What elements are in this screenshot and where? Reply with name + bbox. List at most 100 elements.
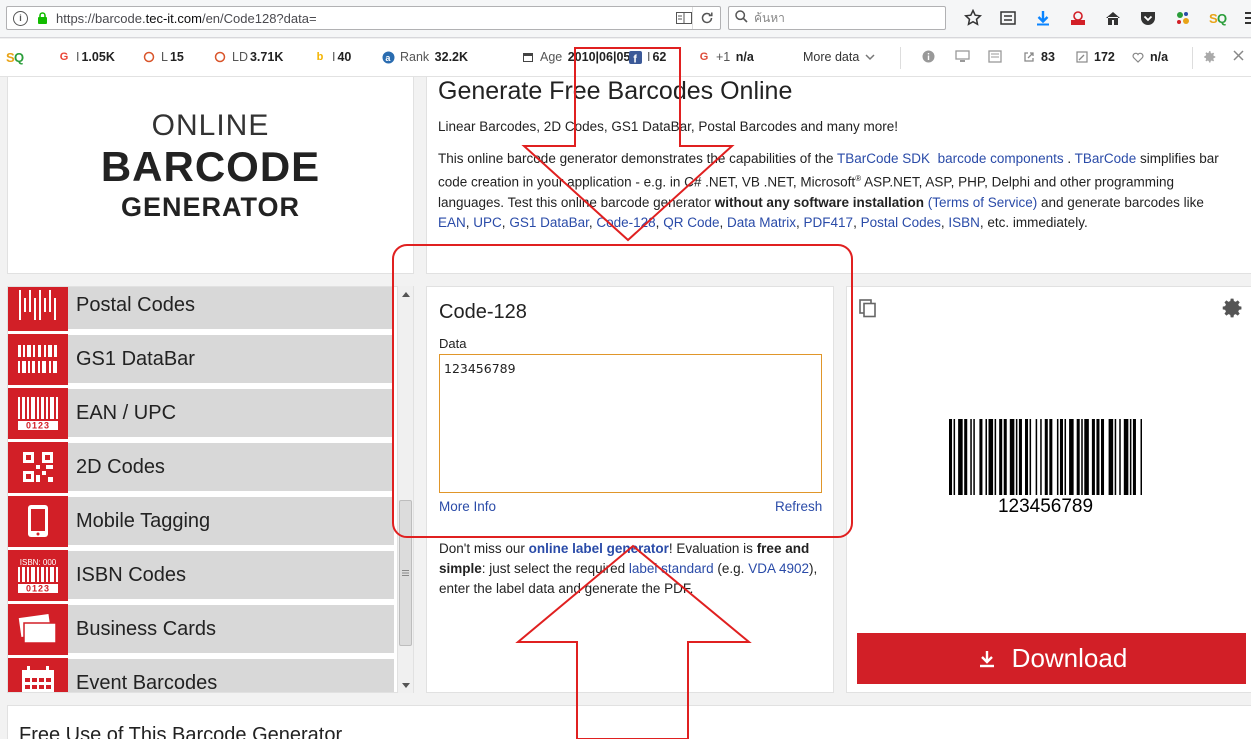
qr-code-icon	[8, 441, 68, 493]
business-cards-icon	[8, 603, 68, 655]
page-icon[interactable]	[988, 50, 1002, 63]
settings-gear-small-icon[interactable]	[1203, 50, 1217, 64]
intro-section: Generate Free Barcodes Online Linear Bar…	[426, 77, 1251, 274]
sidebar-item-label: EAN / UPC	[76, 401, 177, 424]
sidebar-item-business-cards[interactable]: Business Cards	[8, 603, 394, 656]
page-title: Generate Free Barcodes Online	[438, 77, 793, 105]
scroll-down-arrow-icon[interactable]	[398, 677, 414, 693]
more-info-link[interactable]: More Info	[439, 499, 496, 514]
barcode-bar	[1091, 419, 1095, 495]
link-qr-code[interactable]: QR Code	[663, 215, 719, 230]
label-standard-link[interactable]: label standard	[629, 561, 714, 576]
link-gs1-databar[interactable]: GS1 DataBar	[509, 215, 589, 230]
seo-edit-count[interactable]: 172	[1075, 50, 1115, 64]
link-postal-codes[interactable]: Postal Codes	[861, 215, 941, 230]
vda-4902-link[interactable]: VDA 4902	[748, 561, 809, 576]
monitor-icon[interactable]	[955, 50, 970, 63]
barcode-bar	[1015, 419, 1018, 495]
link-code-128[interactable]: Code-128	[596, 215, 655, 230]
scroll-thumb[interactable]	[399, 500, 412, 646]
address-bar[interactable]: i https://barcode.tec-it.com/en/Code128?…	[6, 6, 721, 30]
barcode-bar	[1123, 419, 1129, 495]
sidebar-item-gs1-databar[interactable]: GS1 DataBar	[8, 333, 394, 386]
home-icon[interactable]	[1095, 5, 1130, 31]
star-bookmark-icon[interactable]	[955, 5, 990, 31]
close-icon[interactable]	[1233, 50, 1244, 61]
online-label-generator-link[interactable]: online label generator	[529, 541, 669, 556]
link-pdf417[interactable]: PDF417	[804, 215, 854, 230]
seo-links[interactable]: L 15	[142, 50, 184, 64]
link-isbn[interactable]: ISBN	[948, 215, 980, 230]
barcode-bar	[964, 419, 968, 495]
barcode-bar	[1056, 419, 1059, 495]
sidebar-item-isbn-codes[interactable]: ISBN: 000 0123 ISBN Codes	[8, 549, 394, 602]
seo-external-links[interactable]: 83	[1022, 50, 1055, 64]
link-tbarcode-sdk[interactable]: TBarCode SDK	[837, 151, 930, 166]
scroll-up-arrow-icon[interactable]	[398, 286, 414, 302]
intro-paragraph: This online barcode generator demonstrat…	[438, 151, 1219, 230]
reload-button[interactable]	[692, 7, 720, 29]
sidebar-item-postal-codes[interactable]: Postal Codes	[8, 287, 394, 332]
barcode-bar	[1064, 419, 1067, 495]
barcode-input-panel: Code-128 Data 123456789 More Info Refres…	[426, 286, 834, 693]
seo-bing-index[interactable]: b I 40	[313, 50, 352, 64]
seoquake-logo-icon[interactable]: SQ	[6, 48, 26, 66]
barcode-preview-panel: 123456789 Download	[846, 286, 1251, 693]
reader-view-icon[interactable]	[676, 10, 692, 26]
search-bar[interactable]: ค้นหา	[728, 6, 946, 30]
seo-age[interactable]: Age 2010|06|05	[521, 50, 630, 64]
barcode-bar	[988, 419, 994, 495]
extension-puzzle-icon[interactable]	[1165, 5, 1200, 31]
search-icon	[735, 10, 748, 26]
seo-google-plus[interactable]: G +1 n/a	[697, 50, 754, 64]
external-link-icon	[1022, 50, 1036, 64]
logo-line-online: ONLINE	[151, 109, 270, 142]
link-barcode-components[interactable]: barcode components	[938, 151, 1064, 166]
download-arrow-icon[interactable]	[1025, 5, 1060, 31]
link-upc[interactable]: UPC	[473, 215, 502, 230]
calendar-icon	[8, 657, 68, 692]
toolbar-icons: SQ	[955, 5, 1251, 31]
more-data-dropdown[interactable]: More data	[803, 50, 875, 64]
seo-toolbar: SQ G I 1.05K L 15 LD 3.71K b I 40 a Rank 32.…	[0, 39, 1251, 77]
gear-icon[interactable]	[1222, 297, 1244, 319]
divider	[1192, 47, 1193, 69]
library-icon[interactable]	[990, 5, 1025, 31]
seo-facebook[interactable]: f I 62	[628, 50, 666, 64]
menu-hamburger-icon[interactable]	[1235, 5, 1251, 31]
sidebar-item-ean-upc[interactable]: 0123 EAN / UPC	[8, 387, 394, 440]
calendar-small-icon	[521, 50, 535, 64]
barcode-data-input[interactable]: 123456789	[439, 354, 822, 493]
link-tbarcode[interactable]: TBarCode	[1075, 151, 1137, 166]
info-circle-icon[interactable]	[922, 50, 935, 63]
seo-heart[interactable]: n/a	[1131, 50, 1168, 64]
label-generator-promo: Don't miss our online label generator! E…	[439, 541, 818, 596]
copy-icon[interactable]	[858, 298, 878, 318]
mobile-phone-icon	[8, 495, 68, 547]
barcode-bar	[1081, 419, 1083, 495]
barcode-bar	[1059, 419, 1063, 495]
sidebar-item-label: Event Barcodes	[76, 671, 218, 693]
barcode-bar	[970, 419, 972, 495]
barcode-type-title: Code-128	[439, 301, 527, 323]
link-ean[interactable]: EAN	[438, 215, 466, 230]
seo-google-index[interactable]: G I 1.05K	[57, 50, 115, 64]
sidebar-item-mobile-tagging[interactable]: Mobile Tagging	[8, 495, 394, 548]
seoquake-icon[interactable]: SQ	[1200, 5, 1235, 31]
seo-rank[interactable]: a Rank 32.2K	[381, 50, 468, 64]
screenshot-extension-icon[interactable]	[1060, 5, 1095, 31]
info-icon[interactable]: i	[13, 10, 28, 26]
pocket-icon[interactable]	[1130, 5, 1165, 31]
site-logo[interactable]: ONLINE BARCODE GENERATOR	[7, 77, 414, 274]
circle-icon	[213, 50, 227, 64]
sidebar-item-2d-codes[interactable]: 2D Codes	[8, 441, 394, 494]
seo-link-domains[interactable]: LD 3.71K	[213, 50, 283, 64]
barcode-bar	[985, 419, 987, 495]
link-data-matrix[interactable]: Data Matrix	[727, 215, 796, 230]
sidebar-scrollbar[interactable]	[397, 286, 413, 693]
refresh-link[interactable]: Refresh	[775, 499, 822, 514]
link-terms-of-service[interactable]: (Terms of Service)	[928, 195, 1038, 210]
svg-text:Q: Q	[1217, 11, 1227, 26]
download-button[interactable]: Download	[857, 633, 1246, 684]
sidebar-item-event-barcodes[interactable]: Event Barcodes	[8, 657, 394, 693]
